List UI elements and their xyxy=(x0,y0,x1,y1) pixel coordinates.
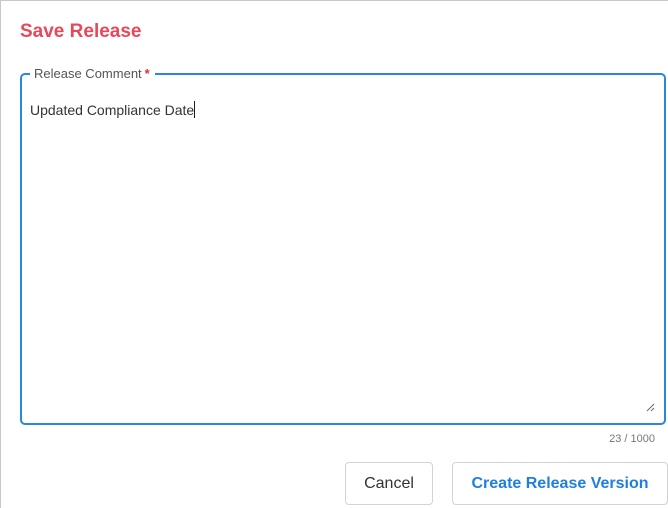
save-release-dialog: Save Release Release Comment * Updated Co… xyxy=(0,0,668,508)
dialog-title: Save Release xyxy=(20,21,142,42)
text-caret xyxy=(194,101,196,118)
cancel-button[interactable]: Cancel xyxy=(345,462,433,505)
release-comment-field[interactable]: Release Comment * Updated Compliance Date xyxy=(20,65,666,425)
required-marker: * xyxy=(144,66,150,81)
resize-handle-icon[interactable] xyxy=(645,402,655,412)
character-counter: 23 / 1000 xyxy=(609,433,655,445)
release-comment-value: Updated Compliance Date xyxy=(30,102,195,118)
release-comment-label-text: Release Comment xyxy=(34,66,142,81)
create-release-version-button[interactable]: Create Release Version xyxy=(452,462,668,505)
release-comment-textarea[interactable]: Updated Compliance Date xyxy=(30,101,196,119)
release-comment-label: Release Comment * xyxy=(30,65,155,83)
